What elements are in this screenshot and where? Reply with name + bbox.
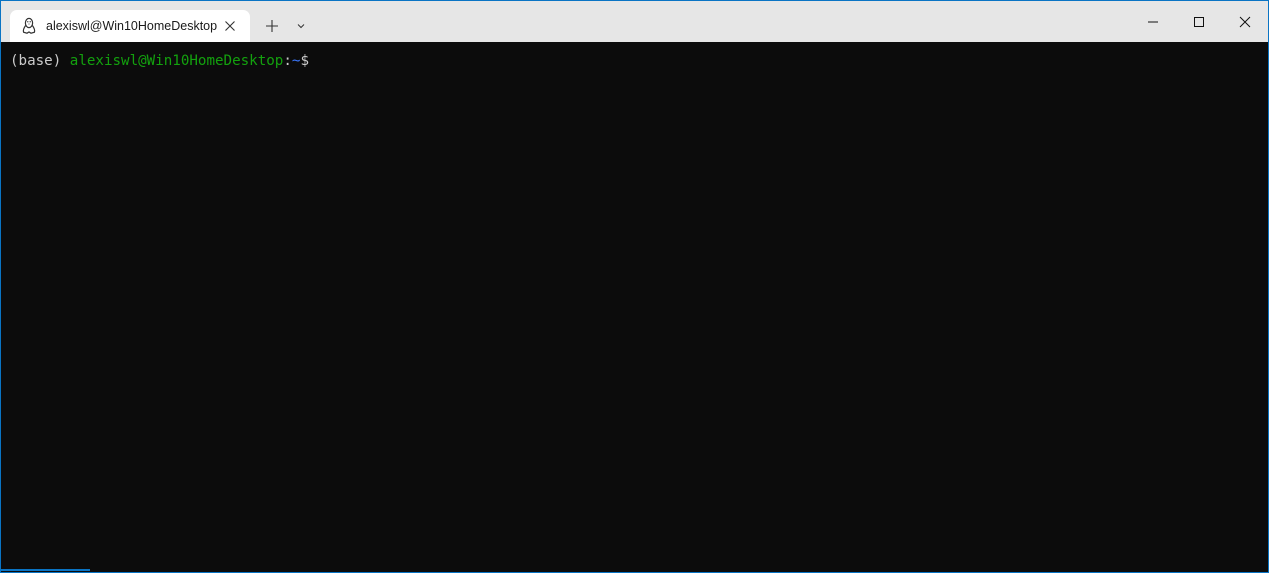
terminal-window: alexiswl@Win10HomeDesktop (base) alexisw… [0, 0, 1269, 573]
plus-icon [266, 20, 278, 32]
maximize-icon [1194, 17, 1204, 27]
tab-active[interactable]: alexiswl@Win10HomeDesktop [10, 10, 250, 42]
tab-title: alexiswl@Win10HomeDesktop [46, 19, 218, 33]
minimize-icon [1148, 21, 1158, 23]
minimize-button[interactable] [1130, 1, 1176, 42]
new-tab-button[interactable] [258, 13, 286, 39]
linux-penguin-icon [21, 17, 37, 35]
terminal-area[interactable]: (base) alexiswl@Win10HomeDesktop:~$ [1, 42, 1268, 572]
tab-close-icon[interactable] [222, 18, 238, 34]
maximize-button[interactable] [1176, 1, 1222, 42]
taskbar-edge [0, 569, 90, 571]
conda-env: (base) [10, 53, 70, 69]
tab-dropdown-button[interactable] [291, 13, 311, 39]
shell-prompt: (base) alexiswl@Win10HomeDesktop:~$ [10, 52, 309, 70]
close-icon [1239, 16, 1251, 28]
chevron-down-icon [297, 24, 305, 29]
user-host: alexiswl@Win10HomeDesktop [69, 53, 284, 69]
prompt-symbol: $ [300, 53, 309, 69]
title-bar[interactable]: alexiswl@Win10HomeDesktop [1, 1, 1268, 42]
prompt-colon: : [283, 53, 292, 69]
close-button[interactable] [1222, 1, 1268, 42]
